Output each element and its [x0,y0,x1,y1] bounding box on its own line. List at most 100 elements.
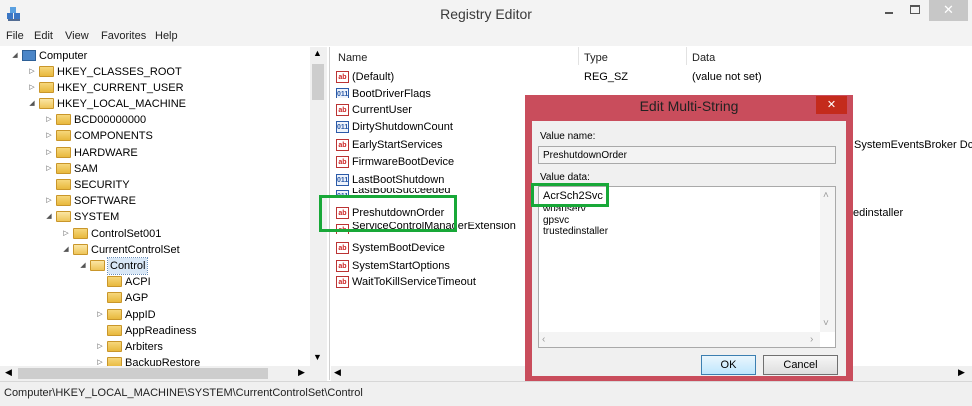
folder-icon [39,82,54,93]
menu-edit[interactable]: Edit [34,30,53,42]
value-row[interactable]: 011BootDriverFlagsREG_DWORD0x0000001c (2… [336,86,431,98]
value-data: SystemEventsBroker Dcc [854,139,972,151]
tree-node-acpi[interactable]: ACPI [95,274,151,290]
dialog-close-button[interactable]: ✕ [816,96,847,114]
collapse-arrow-icon[interactable]: ◢ [27,96,37,112]
value-data-vertical-scrollbar[interactable] [820,187,835,332]
tree-node-system[interactable]: ◢ SYSTEM [44,209,119,225]
column-separator[interactable] [686,47,687,65]
menu-view[interactable]: View [65,30,89,42]
scroll-down-arrow-icon[interactable]: ▼ [313,352,322,362]
expand-arrow-icon[interactable]: ▷ [44,161,54,177]
tree-node-components[interactable]: ▷ COMPONENTS [44,128,153,144]
column-separator[interactable] [578,47,579,65]
value-name-field[interactable]: PreshutdownOrder [538,146,836,164]
tree-node-appreadiness[interactable]: AppReadiness [95,323,197,339]
collapse-arrow-icon[interactable]: ◢ [78,258,88,274]
value-name: FirmwareBootDevice [352,156,455,168]
value-row[interactable]: 011 LastBootShutdown [336,172,444,188]
expand-arrow-icon[interactable]: ▷ [95,339,105,355]
tree-node-hkey-current-user[interactable]: ▷ HKEY_CURRENT_USER [27,80,184,96]
tree-node-controlset001[interactable]: ▷ ControlSet001 [61,226,161,242]
expand-arrow-icon[interactable]: ▷ [27,64,37,80]
tree-horizontal-scroll-thumb[interactable] [18,368,268,379]
scroll-up-arrow-icon[interactable]: ▲ [313,48,322,58]
maximize-button[interactable] [902,0,928,21]
chevron-left-icon[interactable]: ‹ [542,334,545,345]
string-value-icon: ab [336,260,349,272]
value-row[interactable]: ab WaitToKillServiceTimeout [336,274,476,290]
value-data-horizontal-scrollbar[interactable] [539,332,820,347]
value-row[interactable]: ab SystemBootDevice [336,240,445,256]
expand-arrow-icon[interactable]: ▷ [44,193,54,209]
value-row[interactable]: ab (Default) REG_SZ (value not set) [336,69,762,85]
ok-button[interactable]: OK [701,355,756,375]
column-header-name[interactable]: Name [338,52,367,64]
scroll-left-arrow-icon[interactable]: ◀ [5,367,12,378]
tree-node-control[interactable]: ◢ Control [78,257,149,275]
collapse-arrow-icon[interactable]: ◢ [61,242,71,258]
expand-arrow-icon[interactable]: ▷ [44,112,54,128]
folder-icon [56,195,71,206]
value-row[interactable]: ab FirmwareBootDevice [336,154,454,170]
value-data: edinstaller [853,207,904,219]
value-name: SystemStartOptions [352,260,450,272]
folder-icon [56,114,71,125]
expand-arrow-icon[interactable]: ▷ [95,355,105,366]
tree-node-currentcontrolset[interactable]: ◢ CurrentControlSet [61,242,180,258]
string-value-icon: ab [336,71,349,83]
value-name: EarlyStartServices [352,139,443,151]
folder-icon [107,357,122,366]
chevron-down-icon[interactable]: ˅ [823,318,829,329]
value-name: DirtyShutdownCount [352,121,453,133]
column-header-type[interactable]: Type [584,52,608,64]
status-path: Computer\HKEY_LOCAL_MACHINE\SYSTEM\Curre… [4,387,363,399]
tree-node-software[interactable]: ▷ SOFTWARE [44,193,136,209]
tree-node-bcd[interactable]: ▷ BCD00000000 [44,112,146,128]
expand-arrow-icon[interactable]: ▷ [61,226,71,242]
tree-node-sam[interactable]: ▷ SAM [44,161,98,177]
cancel-button[interactable]: Cancel [763,355,838,375]
value-data-line: trustedinstaller [543,226,609,237]
folder-open-icon [56,211,71,222]
value-row[interactable]: ab EarlyStartServices SystemEventsBroker D… [336,137,972,153]
tree-node-appid[interactable]: ▷ AppID [95,307,156,323]
value-row[interactable]: 011 DirtyShutdownCount [336,119,453,135]
collapse-arrow-icon[interactable]: ◢ [10,48,20,64]
folder-icon [56,147,71,158]
tree-node-agp[interactable]: AGP [95,290,148,306]
tree-node-computer[interactable]: ◢ Computer [10,48,87,64]
value-row[interactable]: ab SystemStartOptions [336,258,450,274]
column-header-data[interactable]: Data [692,52,715,64]
tree-node-hardware[interactable]: ▷ HARDWARE [44,145,138,161]
expand-arrow-icon[interactable]: ▷ [27,80,37,96]
tree-node-backuprestore[interactable]: ▷ BackupRestore [95,355,200,366]
expand-arrow-icon[interactable]: ▷ [95,307,105,323]
expand-arrow-icon[interactable]: ▷ [44,145,54,161]
chevron-right-icon[interactable]: › [810,334,813,345]
value-name-label: Value name: [540,131,596,142]
string-value-icon: ab [336,242,349,254]
scroll-left-arrow-icon[interactable]: ◀ [334,367,341,378]
close-window-button[interactable]: ✕ [929,0,968,21]
window-title: Registry Editor [440,6,532,22]
expand-arrow-icon[interactable]: ▷ [44,128,54,144]
minimize-button[interactable] [876,0,902,21]
tree-node-hkey-classes-root[interactable]: ▷ HKEY_CLASSES_ROOT [27,64,182,80]
tree-node-security[interactable]: SECURITY [44,177,130,193]
menu-help[interactable]: Help [155,30,178,42]
string-value-icon: ab [336,276,349,288]
tree-node-hkey-local-machine[interactable]: ◢ HKEY_LOCAL_MACHINE [27,96,186,112]
highlight-box [531,183,609,207]
menu-favorites[interactable]: Favorites [101,30,146,42]
collapse-arrow-icon[interactable]: ◢ [44,209,54,225]
tree-node-arbiters[interactable]: ▷ Arbiters [95,339,163,355]
tree-vertical-scroll-thumb[interactable] [312,64,324,100]
menu-file[interactable]: File [6,30,24,42]
value-row[interactable]: ab CurrentUser [336,102,412,118]
value-data-line: gpsvc [543,215,570,226]
chevron-up-icon[interactable]: ˄ [823,190,829,201]
scroll-right-arrow-icon[interactable]: ▶ [298,367,305,378]
folder-open-icon [39,98,54,109]
scroll-right-arrow-icon[interactable]: ▶ [958,367,965,378]
